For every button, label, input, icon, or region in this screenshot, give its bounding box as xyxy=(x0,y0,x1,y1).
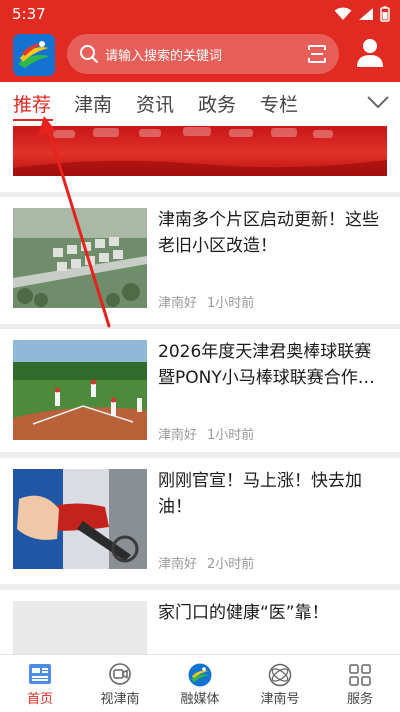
nav-media[interactable]: 融媒体 xyxy=(160,655,240,712)
nav-home[interactable]: 首页 xyxy=(0,655,80,712)
article-meta: 津南好 1小时前 xyxy=(158,424,254,443)
article-time: 1小时前 xyxy=(207,428,255,443)
tab-news[interactable]: 资讯 xyxy=(136,90,174,117)
search-input[interactable]: 请输入搜索的关键词 xyxy=(67,34,339,74)
article-thumbnail[interactable] xyxy=(13,208,147,308)
article-time: 1小时前 xyxy=(207,296,255,311)
app-logo-icon[interactable] xyxy=(13,34,55,76)
nav-label: 津南号 xyxy=(260,692,300,707)
nav-label: 融媒体 xyxy=(180,692,220,707)
banner[interactable] xyxy=(0,126,400,192)
signal-icon xyxy=(359,8,373,20)
nav-jinnan-hao[interactable]: 津南号 xyxy=(240,655,320,712)
article-title[interactable]: 刚刚官宣！马上涨！快去加油！ xyxy=(158,468,384,520)
article-title[interactable]: 2026年度天津君奥棒球联赛暨PONY小马棒球联赛合作方招募 xyxy=(158,339,384,391)
list-item[interactable]: 2026年度天津君奥棒球联赛暨PONY小马棒球联赛合作方招募 津南好 1小时前 xyxy=(0,329,400,452)
tab-recommend[interactable]: 推荐 xyxy=(13,90,51,117)
user-profile-icon[interactable] xyxy=(356,38,384,72)
list-item[interactable]: 津南多个片区启动更新！这些老旧小区改造！ 津南好 1小时前 xyxy=(0,197,400,324)
wifi-icon xyxy=(334,7,352,20)
nav-label: 服务 xyxy=(346,692,373,707)
battery-icon xyxy=(380,6,390,22)
search-icon xyxy=(80,45,98,63)
app-header: 请输入搜索的关键词 xyxy=(0,28,400,82)
article-meta: 津南好 1小时前 xyxy=(158,292,254,311)
video-icon xyxy=(109,663,131,685)
article-thumbnail[interactable] xyxy=(13,601,147,654)
article-source: 津南好 xyxy=(158,428,198,443)
status-time: 5:37 xyxy=(12,5,46,23)
nav-label: 首页 xyxy=(26,692,53,707)
tab-column[interactable]: 专栏 xyxy=(260,90,298,117)
article-time: 2小时前 xyxy=(207,557,255,572)
article-meta: 津南好 2小时前 xyxy=(158,553,254,572)
scan-icon[interactable] xyxy=(307,44,327,64)
chevron-down-icon[interactable] xyxy=(366,95,390,109)
article-source: 津南好 xyxy=(158,557,198,572)
news-icon xyxy=(29,664,51,684)
orbit-icon xyxy=(268,663,292,687)
article-thumbnail[interactable] xyxy=(13,340,147,440)
tab-jinnan[interactable]: 津南 xyxy=(74,90,112,117)
article-title[interactable]: 家门口的健康“医”靠！ xyxy=(158,600,384,626)
status-bar: 5:37 xyxy=(0,0,400,28)
bottom-navigation: 首页 视津南 融媒体 津南号 服务 xyxy=(0,654,400,712)
article-thumbnail[interactable] xyxy=(13,469,147,569)
category-tabs: 推荐 津南 资讯 政务 专栏 xyxy=(0,82,400,126)
list-item[interactable]: 家门口的健康“医”靠！ xyxy=(0,590,400,654)
status-icons xyxy=(334,6,390,22)
nav-label: 视津南 xyxy=(100,692,140,707)
list-item[interactable]: 刚刚官宣！马上涨！快去加油！ 津南好 2小时前 xyxy=(0,458,400,584)
nav-service[interactable]: 服务 xyxy=(320,655,400,712)
media-logo-icon xyxy=(188,663,212,687)
banner-image[interactable] xyxy=(13,126,387,176)
tab-government[interactable]: 政务 xyxy=(198,90,236,117)
active-tab-indicator xyxy=(13,119,53,121)
article-source: 津南好 xyxy=(158,296,198,311)
nav-video[interactable]: 视津南 xyxy=(80,655,160,712)
search-placeholder: 请输入搜索的关键词 xyxy=(105,49,223,64)
article-title[interactable]: 津南多个片区启动更新！这些老旧小区改造！ xyxy=(158,207,384,259)
grid-icon xyxy=(349,664,371,686)
